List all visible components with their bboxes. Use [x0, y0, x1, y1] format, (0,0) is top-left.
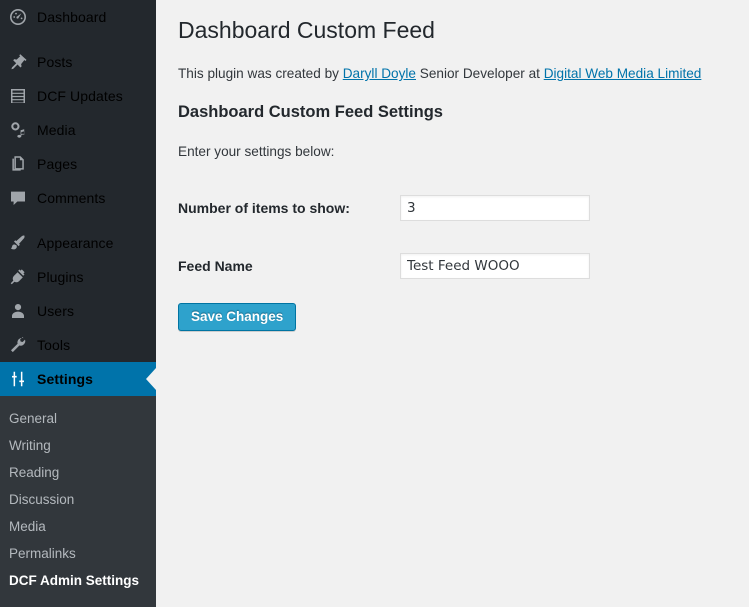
number-of-items-input[interactable] — [400, 195, 590, 221]
submenu-item-label: DCF Admin Settings — [9, 573, 139, 588]
submenu-item-permalinks[interactable]: Permalinks — [0, 540, 156, 567]
dashboard-gauge-icon — [8, 7, 28, 27]
settings-section-title: Dashboard Custom Feed Settings — [178, 103, 443, 121]
submenu-item-label: Reading — [9, 465, 60, 480]
settings-sliders-icon — [8, 369, 28, 389]
submenu-item-label: Discussion — [9, 492, 75, 507]
form-label: Feed Name — [178, 258, 253, 274]
admin-sidebar: Dashboard Posts DCF Updates Media Pages Comme… — [0, 0, 156, 607]
sidebar-item-label: Pages — [37, 156, 78, 172]
admin-main-menu: Dashboard Posts DCF Updates Media Pages Comme… — [0, 0, 156, 396]
save-changes-button[interactable]: Save Changes — [178, 303, 297, 331]
sidebar-item-comments[interactable]: Comments — [0, 181, 156, 215]
submenu-item-writing[interactable]: Writing — [0, 432, 156, 459]
sidebar-item-users[interactable]: Users — [0, 294, 156, 328]
wrench-icon — [8, 335, 28, 355]
submenu-item-general[interactable]: General — [0, 405, 156, 432]
submenu-item-label: Permalinks — [9, 546, 76, 561]
submenu-item-media[interactable]: Media — [0, 513, 156, 540]
sidebar-item-label: Plugins — [37, 269, 84, 285]
submenu-item-reading[interactable]: Reading — [0, 459, 156, 486]
comment-bubble-icon — [8, 188, 28, 208]
sidebar-item-dashboard[interactable]: Dashboard — [0, 0, 156, 34]
sidebar-item-media[interactable]: Media — [0, 113, 156, 147]
sidebar-item-plugins[interactable]: Plugins — [0, 260, 156, 294]
pushpin-icon — [8, 52, 28, 72]
submenu-item-label: Media — [9, 519, 46, 534]
settings-intro-text: Enter your settings below: — [178, 144, 335, 159]
pages-icon — [8, 154, 28, 174]
settings-form: Number of items to show: Feed Name — [178, 179, 729, 295]
sidebar-item-label: Tools — [37, 337, 71, 353]
submenu-item-label: General — [9, 411, 58, 426]
sidebar-item-label: Users — [37, 303, 75, 319]
sidebar-item-label: Settings — [37, 371, 94, 387]
form-row: Number of items to show: — [178, 179, 729, 237]
form-label: Number of items to show: — [178, 200, 350, 216]
list-view-icon — [8, 86, 28, 106]
feed-name-input[interactable] — [400, 253, 590, 279]
byline-prefix: This plugin was created by — [178, 66, 343, 81]
submenu-item-label: Writing — [9, 438, 51, 453]
admin-screen: Dashboard Posts DCF Updates Media Pages Comme… — [0, 0, 749, 607]
sidebar-item-label: Comments — [37, 190, 106, 206]
media-music-icon — [8, 120, 28, 140]
sidebar-item-label: DCF Updates — [37, 88, 123, 104]
sidebar-item-dcf-updates[interactable]: DCF Updates — [0, 79, 156, 113]
company-link[interactable]: Digital Web Media Limited — [544, 66, 702, 81]
sidebar-item-label: Media — [37, 122, 76, 138]
sidebar-item-appearance[interactable]: Appearance — [0, 226, 156, 260]
page-title: Dashboard Custom Feed — [178, 17, 435, 43]
sidebar-item-posts[interactable]: Posts — [0, 45, 156, 79]
submenu-item-discussion[interactable]: Discussion — [0, 486, 156, 513]
sidebar-item-tools[interactable]: Tools — [0, 328, 156, 362]
author-link[interactable]: Daryll Doyle — [343, 66, 416, 81]
current-menu-arrow-icon — [146, 368, 156, 390]
plugin-byline: This plugin was created by Daryll Doyle … — [178, 64, 729, 83]
sidebar-item-label: Posts — [37, 54, 73, 70]
user-icon — [8, 301, 28, 321]
paintbrush-icon — [8, 233, 28, 253]
plug-icon — [8, 267, 28, 287]
form-row: Feed Name — [178, 237, 729, 295]
content-area: Dashboard Custom Feed This plugin was cr… — [156, 0, 749, 607]
sidebar-item-label: Appearance — [37, 235, 114, 251]
sidebar-item-settings[interactable]: Settings — [0, 362, 156, 396]
byline-middle: Senior Developer at — [416, 66, 544, 81]
submit-row: Save Changes — [178, 303, 729, 331]
sidebar-item-label: Dashboard — [37, 9, 107, 25]
submenu-item-dcf-admin-settings[interactable]: DCF Admin Settings — [0, 567, 156, 594]
sidebar-item-pages[interactable]: Pages — [0, 147, 156, 181]
settings-submenu: General Writing Reading Discussion Media Perm… — [0, 396, 156, 594]
